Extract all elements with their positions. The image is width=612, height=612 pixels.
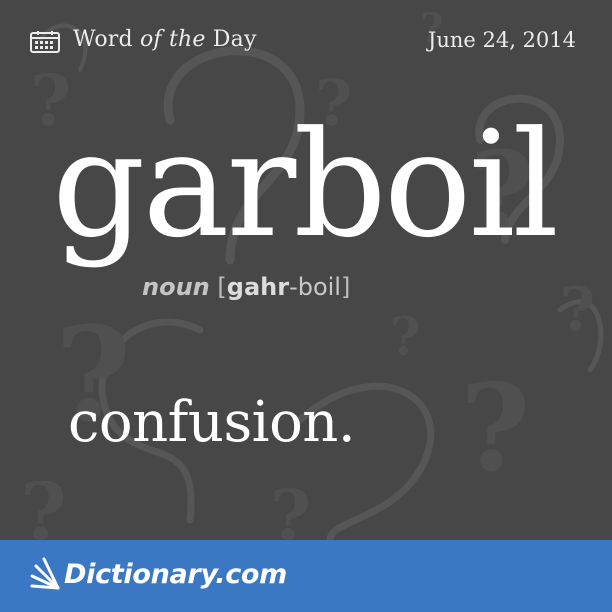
- title-day: Day: [205, 27, 257, 52]
- svg-text:?: ?: [390, 307, 420, 368]
- pron-open-bracket: [: [217, 273, 227, 301]
- pron-stressed-syllable: gahr: [226, 273, 290, 301]
- date: June 24, 2014: [427, 28, 576, 52]
- footer-bar: Dictionary.com: [0, 540, 612, 612]
- definition: confusion.: [68, 390, 356, 455]
- pron-rest: -boil: [289, 273, 341, 301]
- calendar-icon: [30, 31, 60, 53]
- word-of-the-day-card: ? ? ? ? ? ? ? ? ? ? Word of the Day June…: [0, 0, 612, 612]
- headword: garboil: [52, 100, 559, 270]
- pronunciation-line: noun [gahr-boil]: [142, 273, 350, 301]
- svg-text:?: ?: [20, 465, 67, 540]
- pron-close-bracket: ]: [340, 273, 351, 301]
- dictionary-com-logo[interactable]: Dictionary.com: [64, 559, 287, 590]
- word-of-the-day-title: Word of the Day: [73, 27, 257, 52]
- header: Word of the Day June 24, 2014: [0, 0, 612, 82]
- title-word: Word: [73, 27, 140, 52]
- svg-text:?: ?: [560, 275, 595, 345]
- part-of-speech: noun: [142, 273, 210, 301]
- title-of-the: of the: [139, 27, 206, 52]
- svg-text:?: ?: [460, 358, 530, 499]
- svg-text:?: ?: [270, 474, 311, 540]
